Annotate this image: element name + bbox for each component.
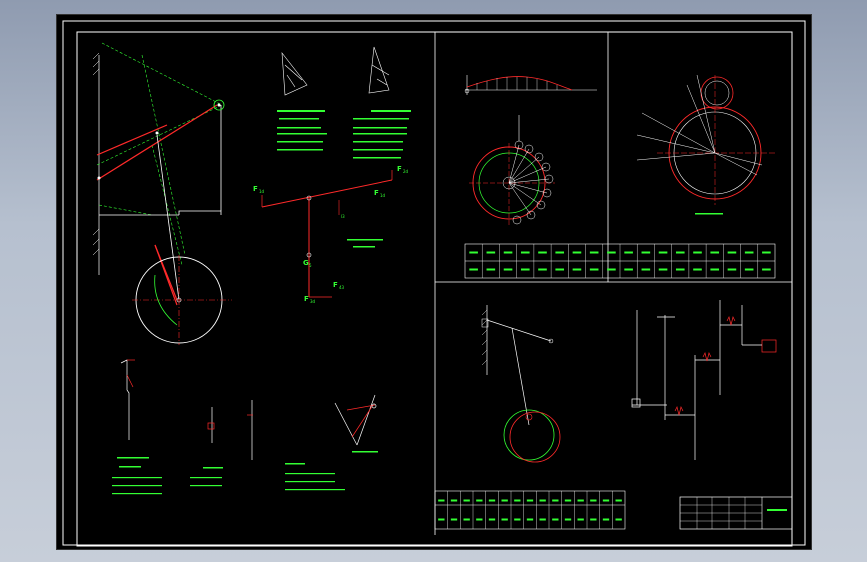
table-cell-mark <box>744 268 754 271</box>
parameter-table-bottom <box>434 490 626 530</box>
table-cell-mark <box>607 268 616 271</box>
force-lever-diagram: F 1d F 2d F 1d l3 G 5 F 3d F 43 <box>253 165 409 304</box>
table-cell-mark <box>520 251 530 254</box>
table-cell-mark <box>693 268 702 271</box>
table-cell-mark <box>538 268 547 271</box>
table-cell-mark <box>641 268 651 271</box>
table-cell-mark <box>602 518 610 521</box>
table-cell-mark <box>476 518 483 521</box>
table-cell-mark <box>589 268 599 271</box>
gear-panel <box>636 74 777 215</box>
table-cell-mark <box>503 268 513 271</box>
table-cell-mark <box>552 518 559 521</box>
table-cell-mark <box>503 251 513 254</box>
table-cell-mark <box>488 499 496 502</box>
table-cell-mark <box>624 268 633 271</box>
table-cell-mark <box>476 499 483 502</box>
table-cell-mark <box>727 251 737 254</box>
label-f-left: F <box>253 185 258 193</box>
table-cell-mark <box>615 499 622 502</box>
table-cell-mark <box>438 518 445 521</box>
table-cell-mark <box>675 251 685 254</box>
table-cell-mark <box>727 268 737 271</box>
table-cell-mark <box>564 518 572 521</box>
small-sketch-notes <box>112 451 378 495</box>
cad-drawing: F 1d F 2d F 1d l3 G 5 F 3d F 43 <box>62 20 806 547</box>
label-f-right-top-sub: 2d <box>403 169 409 174</box>
table-cell-mark <box>526 518 534 521</box>
table-cell-mark <box>488 518 496 521</box>
force-polygon-1 <box>281 52 308 96</box>
table-cell-mark <box>501 499 508 502</box>
table-cell-mark <box>615 518 622 521</box>
sheet-frame-inner <box>76 31 793 547</box>
table-cell-mark <box>555 251 565 254</box>
table-cell-mark <box>658 251 668 254</box>
table-cell-mark <box>450 518 458 521</box>
table-cell-mark <box>463 499 470 502</box>
sheet-frame-outer <box>62 20 806 546</box>
cam-panel <box>464 75 597 225</box>
table-cell-mark <box>675 268 685 271</box>
table-cell-mark <box>607 251 616 254</box>
table-cell-mark <box>572 251 582 254</box>
table-cell-mark <box>552 499 559 502</box>
table-cell-mark <box>693 251 702 254</box>
label-f-right-top: F <box>397 165 402 173</box>
table-cell-mark <box>710 268 720 271</box>
table-cell-mark <box>469 251 478 254</box>
table-cell-mark <box>641 251 651 254</box>
force-polygon-2 <box>368 46 390 94</box>
table-cell-mark <box>602 499 610 502</box>
table-cell-mark <box>539 499 546 502</box>
label-f-bottom-sub: 3d <box>310 299 316 304</box>
table-cell-mark <box>744 251 754 254</box>
table-cell-mark <box>624 251 633 254</box>
label-f-bottom2: F <box>333 281 338 289</box>
cad-viewport[interactable]: F 1d F 2d F 1d l3 G 5 F 3d F 43 <box>56 14 812 550</box>
table-cell-mark <box>577 518 584 521</box>
label-f-bottom2-sub: 43 <box>339 285 345 290</box>
table-cell-mark <box>590 499 597 502</box>
table-cell-mark <box>538 251 547 254</box>
table-cell-mark <box>589 251 599 254</box>
label-f-mid-sub: 1d <box>380 193 386 198</box>
table-cell-mark <box>762 251 771 254</box>
table-cell-mark <box>555 268 565 271</box>
table-cell-mark <box>710 251 720 254</box>
label-f-mid: F <box>374 189 379 197</box>
table-cell-mark <box>438 499 445 502</box>
label-rod: l3 <box>341 214 345 219</box>
parameter-table-top <box>464 243 776 279</box>
mechanism-main <box>92 42 232 345</box>
table-cell-mark <box>539 518 546 521</box>
equation-block-2 <box>353 110 411 159</box>
table-cell-mark <box>590 518 597 521</box>
table-cell-mark <box>501 518 508 521</box>
table-cell-mark <box>572 268 582 271</box>
table-cell-mark <box>658 268 668 271</box>
table-cell-mark <box>486 268 496 271</box>
table-cell-mark <box>520 268 530 271</box>
title-block <box>679 496 793 530</box>
table-cell-mark <box>526 499 534 502</box>
label-f-bottom: F <box>304 295 309 303</box>
equation-block-1 <box>277 110 327 151</box>
table-cell-mark <box>469 268 478 271</box>
gearbox-schematic <box>631 300 777 460</box>
table-cell-mark <box>514 518 521 521</box>
small-sketches <box>120 359 377 460</box>
table-cell-mark <box>564 499 572 502</box>
label-f-left-sub: 1d <box>259 189 265 194</box>
table-cell-mark <box>486 251 496 254</box>
table-cell-mark <box>577 499 584 502</box>
table-cell-mark <box>463 518 470 521</box>
table-cell-mark <box>762 268 771 271</box>
label-g-sub: 5 <box>309 263 312 268</box>
pendulum-panel <box>481 305 561 463</box>
table-cell-mark <box>450 499 458 502</box>
table-cell-mark <box>514 499 521 502</box>
